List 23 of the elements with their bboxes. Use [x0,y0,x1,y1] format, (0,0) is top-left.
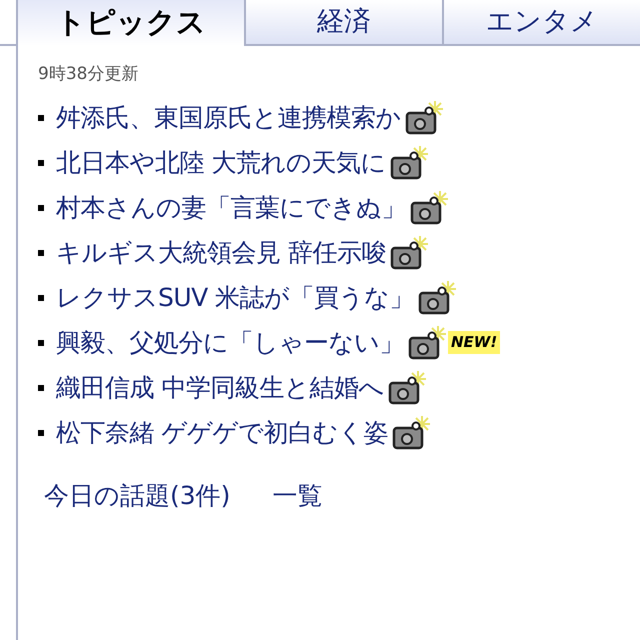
update-time: 9時38分更新 [38,66,140,83]
tab[interactable]: 経済 [244,0,442,46]
bullet-icon [38,294,44,300]
bullet-icon [38,204,44,210]
footer-link[interactable]: 今日の話題(3件) [44,477,230,514]
bullet-icon [38,384,44,390]
bullet-icon [38,250,44,256]
tab[interactable]: エンタメ [442,0,640,46]
tab[interactable]: トピックス [16,0,244,46]
footer-link[interactable]: 一覧 [272,477,322,514]
bullet-icon [38,430,44,436]
headline-link[interactable]: 織田信成 中学同級生と結婚へ [56,368,384,406]
headline-link[interactable]: 興毅、父処分に「しゃーない」 [56,324,404,362]
headline-link[interactable]: レクサスSUV 米誌が「買うな」 [56,278,414,316]
bullet-icon [38,340,44,346]
bullet-icon [38,114,44,120]
headline-link[interactable]: 北日本や北陸 大荒れの天気に [56,144,386,182]
headline-link[interactable]: 舛添氏、東国原氏と連携模索か [56,98,401,136]
headline-link[interactable]: キルギス大統領会見 辞任示唆 [56,234,386,272]
bullet-icon [38,160,44,166]
headline-link[interactable]: 村本さんの妻「言葉にできぬ」 [56,188,406,226]
headline-link[interactable]: 松下奈緒 ゲゲゲで初白むく姿 [56,414,388,452]
new-badge: NEW! [448,331,500,354]
